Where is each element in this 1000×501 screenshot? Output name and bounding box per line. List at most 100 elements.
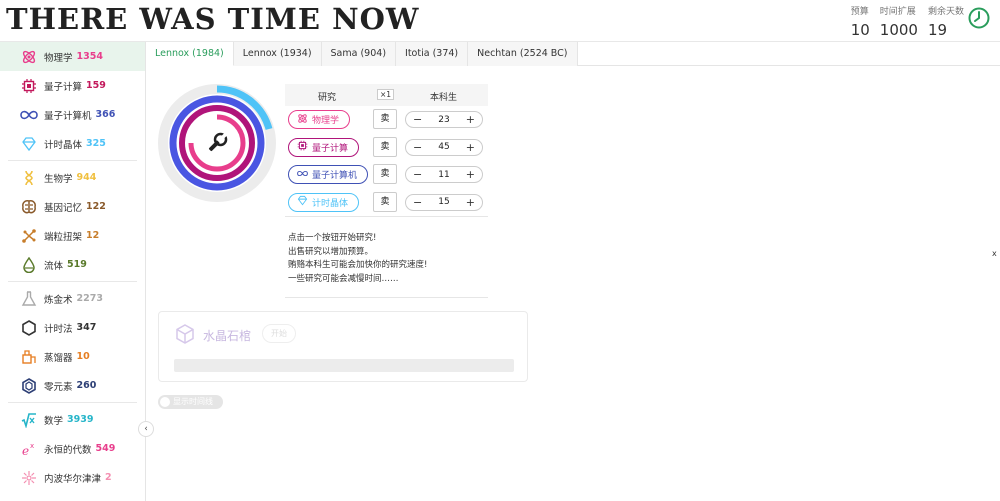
multiplier-button[interactable]: ×1 bbox=[377, 89, 395, 100]
timeline-toggle-label: 显示时间线 bbox=[173, 397, 213, 406]
student-stepper: − 45 + bbox=[405, 138, 483, 156]
sidebar-item[interactable]: 计时晶体 325 bbox=[0, 129, 145, 158]
sidebar-item-label: 炼金术 bbox=[44, 294, 73, 306]
sidebar-item-label: 流体 bbox=[44, 260, 64, 272]
increment-button[interactable]: + bbox=[466, 141, 475, 154]
stat-label: 预算 bbox=[850, 7, 869, 17]
tab-sama[interactable]: Sama (904) bbox=[321, 42, 397, 66]
sidebar-item[interactable]: 数学 3939 bbox=[0, 405, 145, 434]
increment-button[interactable]: + bbox=[466, 196, 475, 209]
stepper-value: 11 bbox=[438, 169, 450, 180]
crystal-sarcophagus-card: 水晶石棺 开始 bbox=[158, 311, 528, 382]
research-button[interactable]: 量子计算机 bbox=[288, 165, 369, 184]
stat-days-left: 剩余天数 19 bbox=[928, 4, 964, 39]
decrement-button[interactable]: − bbox=[413, 168, 422, 181]
sidebar-item[interactable]: e x 永恒的代数 549 bbox=[0, 434, 145, 463]
sidebar-item-label: 永恒的代数 bbox=[44, 444, 92, 456]
increment-button[interactable]: + bbox=[466, 168, 475, 181]
clock-icon[interactable] bbox=[968, 7, 990, 29]
student-stepper: − 11 + bbox=[405, 166, 483, 183]
app-root: THERE WAS TIME NOW 预算 10 时间扩展 1000 剩余天数 … bbox=[0, 0, 1000, 501]
sell-button[interactable]: 卖 bbox=[373, 191, 397, 212]
sidebar-item-count: 122 bbox=[86, 201, 106, 212]
timeline-toggle[interactable]: 显示时间线 bbox=[158, 395, 223, 409]
research-row: 计时晶体 卖 − 15 + bbox=[285, 189, 488, 217]
research-header: 研究 ×1 本科生 bbox=[285, 84, 488, 106]
hexagon-ring-icon bbox=[20, 377, 38, 395]
sidebar-item[interactable]: 零元素 260 bbox=[0, 371, 145, 400]
sidebar-item-label: 端粒扭架 bbox=[44, 231, 83, 243]
sidebar-item[interactable]: 计时法 347 bbox=[0, 313, 145, 342]
increment-button[interactable]: + bbox=[466, 113, 475, 126]
chip-icon bbox=[297, 140, 308, 154]
tab-itotia[interactable]: Itotia (374) bbox=[396, 42, 469, 66]
tab-nechtan[interactable]: Nechtan (2524 BC) bbox=[468, 42, 578, 66]
students-column-header: 本科生 bbox=[430, 93, 458, 103]
stat-label: 剩余天数 bbox=[927, 7, 964, 17]
stat-budget: 预算 10 bbox=[851, 4, 870, 39]
student-stepper: − 15 + bbox=[405, 193, 483, 211]
sidebar-item-label: 物理学 bbox=[44, 52, 73, 64]
sidebar-item-count: 325 bbox=[86, 138, 106, 149]
sidebar-item[interactable]: 量子计算机 366 bbox=[0, 100, 145, 129]
sidebar-item-count: 366 bbox=[95, 109, 116, 120]
sidebar-item-count: 12 bbox=[86, 230, 100, 241]
sell-button[interactable]: 卖 bbox=[373, 109, 397, 129]
help-line: 贿赂本科生可能会加快你的研究速度! bbox=[288, 260, 428, 270]
infinity-icon bbox=[20, 106, 38, 124]
flower-icon bbox=[20, 469, 38, 487]
sidebar-item[interactable]: 端粒扭架 12 bbox=[0, 221, 145, 250]
sidebar-item-label: 数学 bbox=[44, 415, 64, 427]
help-text: 点击一个按钮开始研究! 出售研究以增加预算。 贿赂本科生可能会加快你的研究速度!… bbox=[288, 232, 427, 286]
divider bbox=[285, 297, 488, 298]
research-row: 量子计算 卖 − 45 + bbox=[285, 134, 488, 162]
sidebar-item[interactable]: 生物学 944 bbox=[0, 163, 145, 192]
sidebar-item[interactable]: 物理学 1354 bbox=[0, 42, 145, 71]
research-button-label: 量子计算 bbox=[312, 143, 349, 154]
sidebar-item[interactable]: 流体 519 bbox=[0, 250, 145, 279]
molecule-icon bbox=[20, 227, 38, 245]
stat-value: 19 bbox=[927, 21, 948, 39]
collapse-sidebar-button[interactable]: ‹ bbox=[138, 421, 154, 437]
sidebar-divider bbox=[8, 402, 137, 403]
sidebar-item[interactable]: 蒸馏器 10 bbox=[0, 342, 145, 371]
decrement-button[interactable]: − bbox=[413, 196, 422, 209]
sidebar-divider bbox=[8, 160, 137, 161]
sidebar-item-count: 2 bbox=[105, 472, 112, 483]
distiller-icon bbox=[20, 348, 38, 366]
sidebar-item[interactable]: 内波华尔津津 2 bbox=[0, 463, 145, 492]
sidebar-item[interactable]: 黑曜石38 bbox=[0, 492, 145, 501]
crystal-start-button[interactable]: 开始 bbox=[262, 324, 296, 343]
tab-lennox-1934[interactable]: Lennox (1934) bbox=[233, 42, 322, 66]
sidebar-item[interactable]: 炼金术 2273 bbox=[0, 284, 145, 313]
svg-text:x: x bbox=[30, 442, 34, 450]
sidebar-item[interactable]: 量子计算 159 bbox=[0, 71, 145, 100]
diamond-icon bbox=[297, 195, 308, 209]
sell-button[interactable]: 卖 bbox=[373, 136, 397, 157]
decrement-button[interactable]: − bbox=[413, 113, 422, 126]
toggle-knob bbox=[160, 397, 170, 407]
research-button[interactable]: 计时晶体 bbox=[288, 192, 360, 212]
infinity-icon bbox=[297, 168, 308, 182]
research-table: 研究 ×1 本科生 物理学 卖 − 23 + 量子计算 卖 − 45 + 量子计… bbox=[285, 84, 488, 216]
research-button-label: 物理学 bbox=[312, 116, 340, 126]
stepper-value: 15 bbox=[438, 197, 450, 207]
research-button[interactable]: 物理学 bbox=[288, 110, 351, 129]
atom-icon bbox=[20, 48, 38, 66]
sidebar-item-count: 159 bbox=[86, 80, 106, 91]
progress-ring[interactable] bbox=[158, 84, 276, 202]
sidebar-item[interactable]: 基因记忆 122 bbox=[0, 192, 145, 221]
decrement-button[interactable]: − bbox=[413, 141, 422, 154]
exponent-icon: ex bbox=[20, 440, 38, 458]
research-button[interactable]: 量子计算 bbox=[288, 137, 360, 157]
sidebar-item-count: 944 bbox=[76, 172, 97, 183]
tab-lennox-1984[interactable]: Lennox (1984) bbox=[146, 42, 234, 66]
research-button-label: 量子计算机 bbox=[312, 171, 358, 181]
sidebar-item-label: 生物学 bbox=[44, 173, 73, 185]
diamond-icon bbox=[20, 135, 38, 153]
student-stepper: − 23 + bbox=[405, 111, 483, 128]
sell-button[interactable]: 卖 bbox=[373, 164, 397, 184]
sidebar: 物理学 1354 量子计算 159 量子计算机 366 计时晶体 325 生物学 944 基因记忆 1… bbox=[0, 42, 146, 501]
sidebar-item-count: 10 bbox=[76, 351, 90, 362]
gem-icon bbox=[20, 498, 38, 501]
